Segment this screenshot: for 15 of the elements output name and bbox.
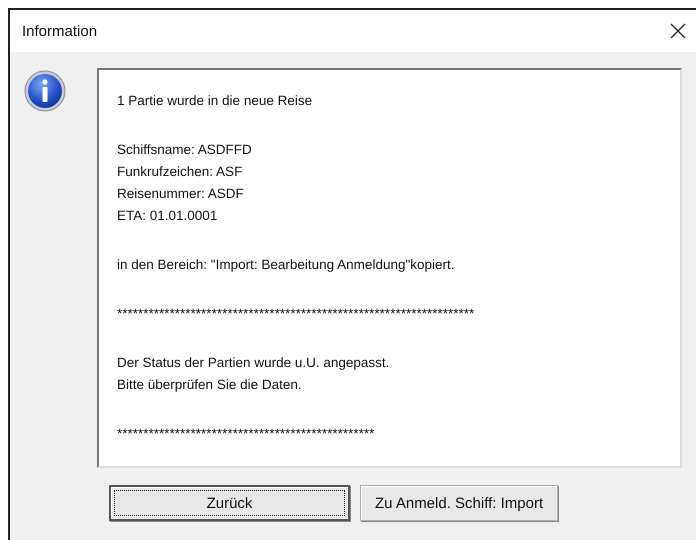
message-line: Reisenummer: ASDF <box>117 185 245 203</box>
information-icon <box>24 70 66 112</box>
dialog-button[interactable]: Zu Anmeld. Schiff: Import <box>360 485 558 521</box>
message-line: 1 Partie wurde in die neue Reise <box>117 92 314 110</box>
message-line: Bitte überprüfen Sie die Daten. <box>117 376 303 394</box>
message-line: in den Bereich: "Import: Bearbeitung Anmeldung"kopiert. <box>117 256 456 274</box>
dialog-button[interactable]: Zurück <box>109 485 350 521</box>
message-line: ******************************************************************** <box>117 305 476 323</box>
message-line: Funkrufzeichen: ASF <box>117 163 244 181</box>
message-line: Der Status der Partien wurde u.U. angepasst. <box>117 354 390 372</box>
message-line: Schiffsname: ASDFFD <box>117 141 253 159</box>
close-icon[interactable] <box>670 23 686 39</box>
window-title: Information <box>22 22 98 40</box>
message-line: ************************************************* <box>117 425 376 443</box>
message-line: ETA: 01.01.0001 <box>117 207 218 225</box>
